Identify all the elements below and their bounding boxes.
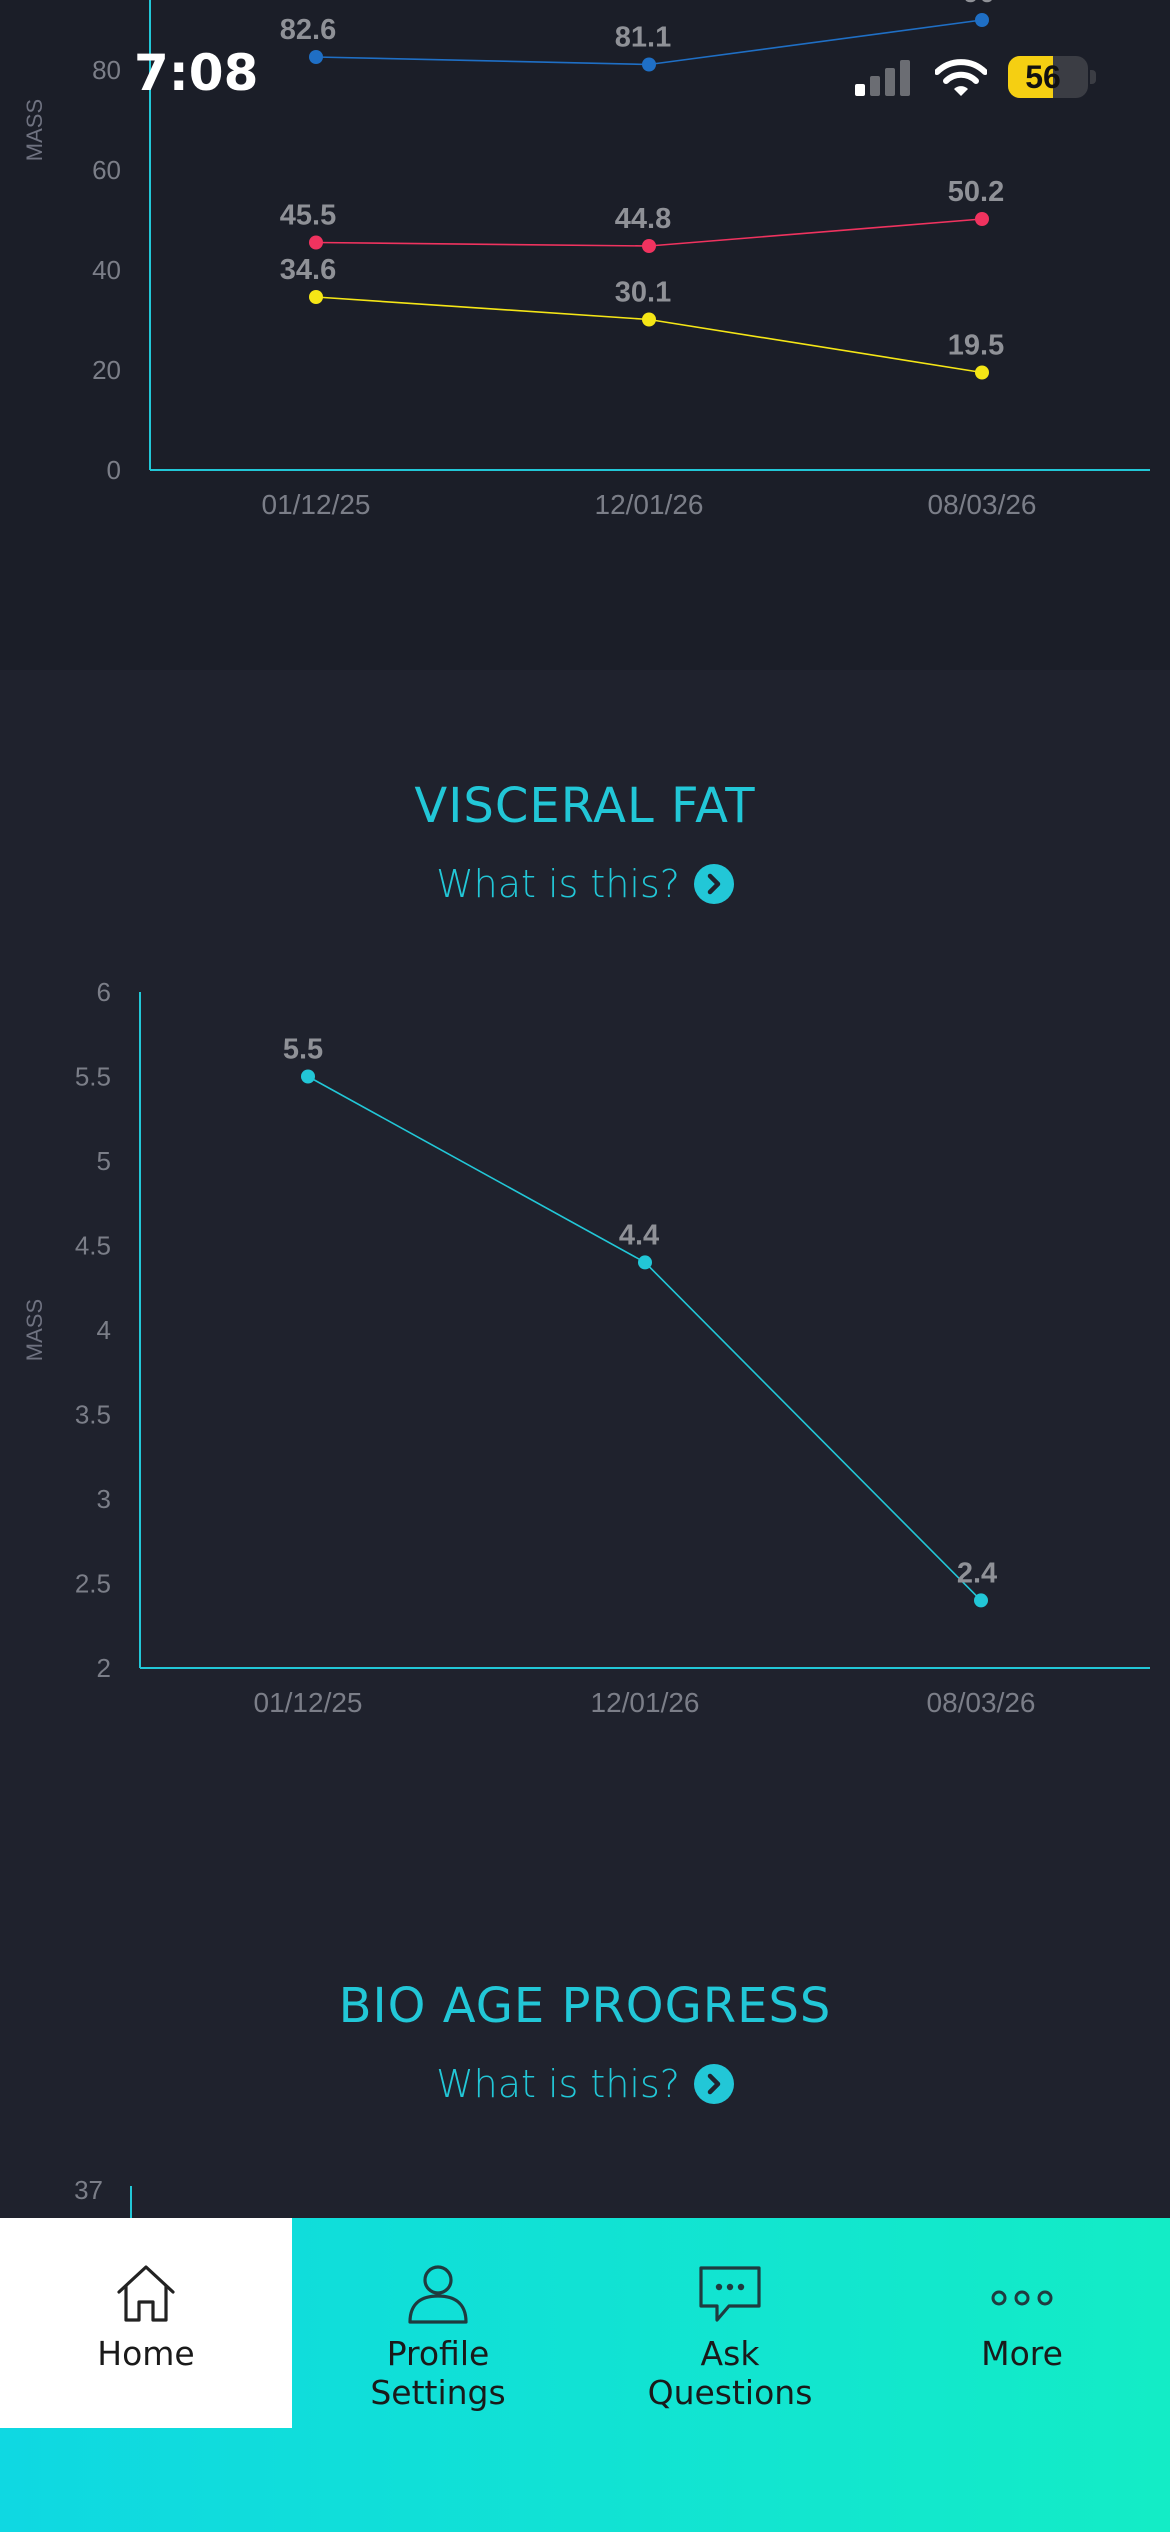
status-bar: 7:08 56 xyxy=(0,0,1170,150)
data-label: 30.1 xyxy=(615,277,671,309)
data-point xyxy=(309,290,323,304)
wifi-icon xyxy=(935,59,987,96)
bio-age-title: BIO AGE PROGRESS xyxy=(338,1978,832,2034)
chevron-right-icon xyxy=(693,864,734,904)
tab-ask-questions[interactable]: Ask Questions xyxy=(584,2218,876,2428)
tab-ask-questions-label: Ask Questions xyxy=(647,2334,813,2412)
tab-more[interactable]: More xyxy=(876,2218,1168,2428)
y-tick-label: 4.5 xyxy=(75,1231,111,1261)
battery-percent: 56 xyxy=(1025,59,1061,95)
data-point xyxy=(975,212,989,226)
data-label: 4.4 xyxy=(619,1219,659,1251)
more-dots-icon xyxy=(991,2290,1053,2306)
data-point xyxy=(642,312,656,327)
cellular-signal-icon xyxy=(855,60,910,96)
y-tick-label: 5.5 xyxy=(75,1062,111,1092)
x-tick-label: 08/03/26 xyxy=(927,1687,1036,1718)
data-point xyxy=(638,1255,652,1270)
bio-age-info-label: What is this? xyxy=(436,2062,680,2106)
y-tick-label: 2.5 xyxy=(75,1569,111,1599)
data-label: 5.5 xyxy=(283,1034,323,1066)
battery-tip xyxy=(1090,70,1096,84)
x-tick-label: 12/01/26 xyxy=(595,489,704,520)
bio-age-info-link[interactable]: What is this? xyxy=(0,2062,1170,2106)
y-tick-label: 20 xyxy=(92,355,121,385)
data-label: 19.5 xyxy=(948,330,1004,362)
chevron-right-icon xyxy=(693,2064,734,2104)
x-tick-label: 12/01/26 xyxy=(591,1687,700,1718)
y-tick-label: 40 xyxy=(92,255,121,285)
y-tick-label: 4 xyxy=(97,1315,111,1345)
series-line xyxy=(307,1075,982,1601)
data-point xyxy=(301,1069,315,1084)
y-tick-label: 60 xyxy=(92,155,121,185)
visceral-fat-info-label: What is this? xyxy=(436,862,680,906)
y-axis-label: MASS xyxy=(22,1299,47,1361)
data-point xyxy=(975,365,989,380)
data-label: 45.5 xyxy=(280,200,336,232)
tab-bar: Home Profile Settings Ask Questions More xyxy=(0,2218,1170,2532)
data-point xyxy=(974,1593,988,1608)
x-tick-label: 01/12/25 xyxy=(254,1687,363,1718)
data-label: 50.2 xyxy=(948,176,1004,208)
status-time: 7:08 xyxy=(134,44,259,102)
person-icon xyxy=(408,2265,468,2324)
chat-bubble-icon xyxy=(699,2266,761,2322)
x-tick-label: 08/03/26 xyxy=(928,489,1037,520)
y-tick-label: 6 xyxy=(97,977,111,1007)
data-label: 44.8 xyxy=(615,203,671,235)
data-point xyxy=(642,239,656,253)
visceral-fat-title: VISCERAL FAT xyxy=(414,778,756,834)
tab-home-label: Home xyxy=(97,2334,195,2373)
battery-icon: 56 xyxy=(1008,56,1088,98)
visceral-fat-chart: MASS 2 2.5 3 3.5 4 4.5 5 5.5 6 01/12/25 12/01/26 08/… xyxy=(22,977,1150,1718)
y-tick-label: 2 xyxy=(97,1653,111,1683)
tab-profile-settings-label: Profile Settings xyxy=(370,2334,506,2412)
home-icon xyxy=(117,2265,175,2322)
tab-profile-settings[interactable]: Profile Settings xyxy=(292,2218,584,2428)
y-tick-label: 3.5 xyxy=(75,1400,111,1430)
tab-home[interactable]: Home xyxy=(0,2218,292,2428)
y-tick-label: 0 xyxy=(107,455,121,485)
bio-age-chart: 37 xyxy=(74,2175,132,2220)
y-tick-label: 5 xyxy=(97,1146,111,1176)
x-tick-label: 01/12/25 xyxy=(262,489,371,520)
data-label: 2.4 xyxy=(957,1557,997,1589)
y-tick-label: 3 xyxy=(97,1484,111,1514)
visceral-fat-info-link[interactable]: What is this? xyxy=(0,862,1170,906)
data-label: 34.6 xyxy=(280,254,336,286)
y-tick-label: 37 xyxy=(74,2175,103,2205)
tab-more-label: More xyxy=(981,2334,1063,2373)
data-point xyxy=(309,235,323,250)
